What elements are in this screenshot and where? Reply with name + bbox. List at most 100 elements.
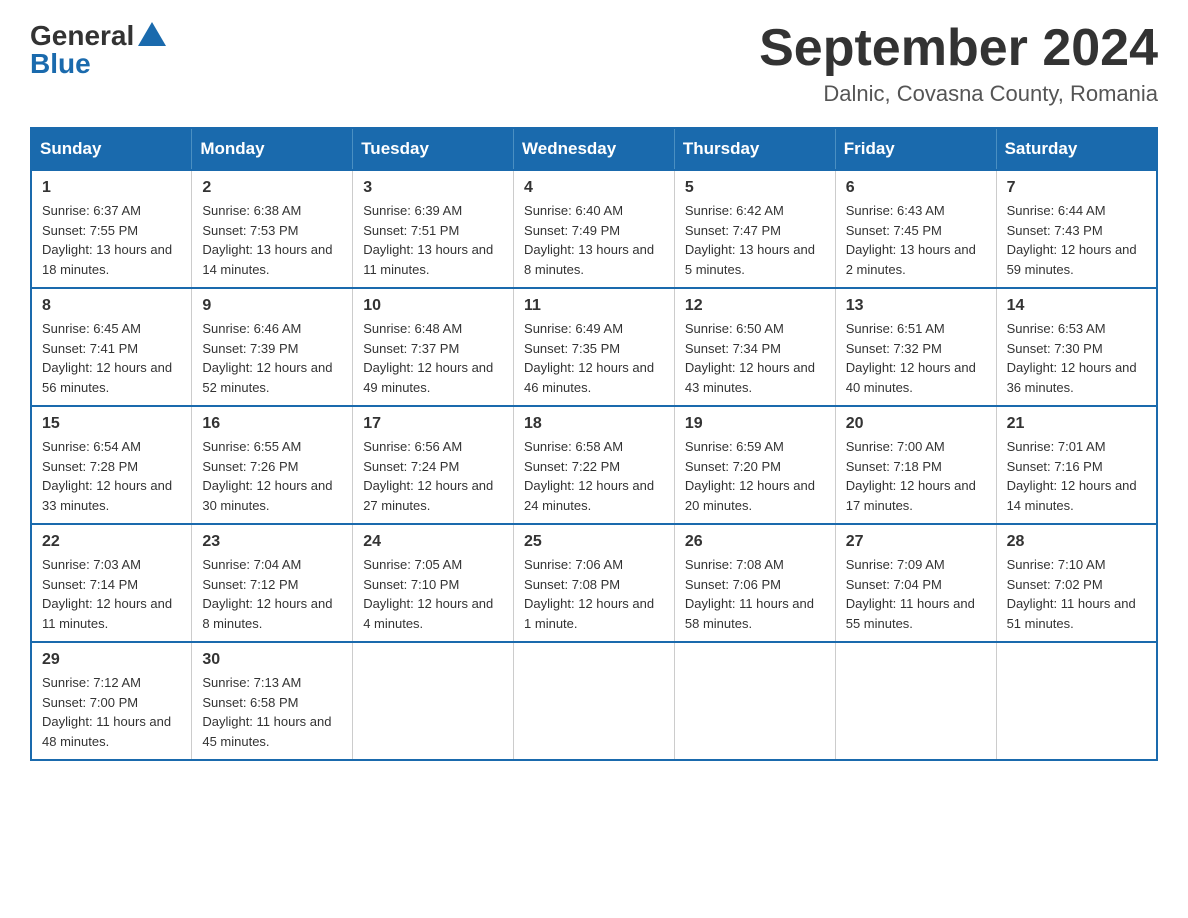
calendar-cell: [996, 642, 1157, 760]
weekday-header-sunday: Sunday: [31, 128, 192, 170]
location-subtitle: Dalnic, Covasna County, Romania: [759, 81, 1158, 107]
day-sun-info: Sunrise: 7:13 AMSunset: 6:58 PMDaylight:…: [202, 673, 342, 751]
day-number: 8: [42, 297, 181, 315]
day-sun-info: Sunrise: 7:12 AMSunset: 7:00 PMDaylight:…: [42, 673, 181, 751]
weekday-header-tuesday: Tuesday: [353, 128, 514, 170]
day-sun-info: Sunrise: 6:46 AMSunset: 7:39 PMDaylight:…: [202, 319, 342, 397]
calendar-cell: 6 Sunrise: 6:43 AMSunset: 7:45 PMDaylight…: [835, 170, 996, 288]
calendar-cell: [514, 642, 675, 760]
day-number: 6: [846, 179, 986, 197]
calendar-cell: 12 Sunrise: 6:50 AMSunset: 7:34 PMDayligh…: [674, 288, 835, 406]
calendar-cell: 10 Sunrise: 6:48 AMSunset: 7:37 PMDayligh…: [353, 288, 514, 406]
day-sun-info: Sunrise: 6:59 AMSunset: 7:20 PMDaylight:…: [685, 437, 825, 515]
calendar-cell: 1 Sunrise: 6:37 AMSunset: 7:55 PMDaylight…: [31, 170, 192, 288]
day-number: 22: [42, 533, 181, 551]
day-number: 24: [363, 533, 503, 551]
calendar-cell: 2 Sunrise: 6:38 AMSunset: 7:53 PMDaylight…: [192, 170, 353, 288]
calendar-cell: 4 Sunrise: 6:40 AMSunset: 7:49 PMDaylight…: [514, 170, 675, 288]
day-sun-info: Sunrise: 6:38 AMSunset: 7:53 PMDaylight:…: [202, 201, 342, 279]
calendar-week-row: 15Sunrise: 6:54 AMSunset: 7:28 PMDayligh…: [31, 406, 1157, 524]
day-number: 10: [363, 297, 503, 315]
day-sun-info: Sunrise: 6:49 AMSunset: 7:35 PMDaylight:…: [524, 319, 664, 397]
day-number: 1: [42, 179, 181, 197]
day-sun-info: Sunrise: 6:44 AMSunset: 7:43 PMDaylight:…: [1007, 201, 1146, 279]
day-sun-info: Sunrise: 6:58 AMSunset: 7:22 PMDaylight:…: [524, 437, 664, 515]
day-sun-info: Sunrise: 6:55 AMSunset: 7:26 PMDaylight:…: [202, 437, 342, 515]
calendar-cell: 17 Sunrise: 6:56 AMSunset: 7:24 PMDayligh…: [353, 406, 514, 524]
day-number: 12: [685, 297, 825, 315]
weekday-header-monday: Monday: [192, 128, 353, 170]
calendar-cell: 14 Sunrise: 6:53 AMSunset: 7:30 PMDayligh…: [996, 288, 1157, 406]
day-number: 15: [42, 415, 181, 433]
calendar-cell: 26 Sunrise: 7:08 AMSunset: 7:06 PMDayligh…: [674, 524, 835, 642]
day-sun-info: Sunrise: 7:10 AMSunset: 7:02 PMDaylight:…: [1007, 555, 1146, 633]
weekday-header-saturday: Saturday: [996, 128, 1157, 170]
calendar-cell: 25 Sunrise: 7:06 AMSunset: 7:08 PMDayligh…: [514, 524, 675, 642]
day-number: 23: [202, 533, 342, 551]
calendar-cell: 22 Sunrise: 7:03 AMSunset: 7:14 PMDayligh…: [31, 524, 192, 642]
calendar-week-row: 29 Sunrise: 7:12 AMSunset: 7:00 PMDayligh…: [31, 642, 1157, 760]
calendar-cell: 18Sunrise: 6:58 AMSunset: 7:22 PMDayligh…: [514, 406, 675, 524]
day-number: 25: [524, 533, 664, 551]
logo: General Blue: [30, 20, 166, 80]
day-number: 9: [202, 297, 342, 315]
day-sun-info: Sunrise: 6:51 AMSunset: 7:32 PMDaylight:…: [846, 319, 986, 397]
day-sun-info: Sunrise: 6:48 AMSunset: 7:37 PMDaylight:…: [363, 319, 503, 397]
day-number: 11: [524, 297, 664, 315]
calendar-cell: 15Sunrise: 6:54 AMSunset: 7:28 PMDayligh…: [31, 406, 192, 524]
calendar-table: SundayMondayTuesdayWednesdayThursdayFrid…: [30, 127, 1158, 761]
day-sun-info: Sunrise: 6:37 AMSunset: 7:55 PMDaylight:…: [42, 201, 181, 279]
day-number: 7: [1007, 179, 1146, 197]
calendar-cell: 24Sunrise: 7:05 AMSunset: 7:10 PMDayligh…: [353, 524, 514, 642]
day-sun-info: Sunrise: 7:01 AMSunset: 7:16 PMDaylight:…: [1007, 437, 1146, 515]
calendar-cell: 8 Sunrise: 6:45 AMSunset: 7:41 PMDaylight…: [31, 288, 192, 406]
calendar-cell: [835, 642, 996, 760]
day-sun-info: Sunrise: 7:03 AMSunset: 7:14 PMDaylight:…: [42, 555, 181, 633]
calendar-cell: 7 Sunrise: 6:44 AMSunset: 7:43 PMDaylight…: [996, 170, 1157, 288]
day-sun-info: Sunrise: 6:42 AMSunset: 7:47 PMDaylight:…: [685, 201, 825, 279]
weekday-header-friday: Friday: [835, 128, 996, 170]
calendar-cell: 27 Sunrise: 7:09 AMSunset: 7:04 PMDayligh…: [835, 524, 996, 642]
day-sun-info: Sunrise: 6:43 AMSunset: 7:45 PMDaylight:…: [846, 201, 986, 279]
page-header: General Blue September 2024 Dalnic, Cova…: [30, 20, 1158, 107]
calendar-cell: 30 Sunrise: 7:13 AMSunset: 6:58 PMDayligh…: [192, 642, 353, 760]
day-number: 17: [363, 415, 503, 433]
day-number: 28: [1007, 533, 1146, 551]
day-number: 30: [202, 651, 342, 669]
calendar-cell: [674, 642, 835, 760]
day-number: 29: [42, 651, 181, 669]
calendar-cell: 20 Sunrise: 7:00 AMSunset: 7:18 PMDayligh…: [835, 406, 996, 524]
calendar-cell: 21 Sunrise: 7:01 AMSunset: 7:16 PMDayligh…: [996, 406, 1157, 524]
calendar-cell: 16Sunrise: 6:55 AMSunset: 7:26 PMDayligh…: [192, 406, 353, 524]
calendar-body: 1 Sunrise: 6:37 AMSunset: 7:55 PMDaylight…: [31, 170, 1157, 760]
day-number: 3: [363, 179, 503, 197]
calendar-cell: 19Sunrise: 6:59 AMSunset: 7:20 PMDayligh…: [674, 406, 835, 524]
day-number: 2: [202, 179, 342, 197]
day-sun-info: Sunrise: 6:45 AMSunset: 7:41 PMDaylight:…: [42, 319, 181, 397]
day-number: 21: [1007, 415, 1146, 433]
weekday-header-thursday: Thursday: [674, 128, 835, 170]
calendar-cell: 9 Sunrise: 6:46 AMSunset: 7:39 PMDaylight…: [192, 288, 353, 406]
day-sun-info: Sunrise: 7:08 AMSunset: 7:06 PMDaylight:…: [685, 555, 825, 633]
calendar-week-row: 22 Sunrise: 7:03 AMSunset: 7:14 PMDayligh…: [31, 524, 1157, 642]
calendar-cell: 29 Sunrise: 7:12 AMSunset: 7:00 PMDayligh…: [31, 642, 192, 760]
day-sun-info: Sunrise: 7:06 AMSunset: 7:08 PMDaylight:…: [524, 555, 664, 633]
weekday-header-row: SundayMondayTuesdayWednesdayThursdayFrid…: [31, 128, 1157, 170]
logo-triangle-icon: [138, 22, 166, 46]
day-number: 20: [846, 415, 986, 433]
calendar-cell: 28 Sunrise: 7:10 AMSunset: 7:02 PMDayligh…: [996, 524, 1157, 642]
day-sun-info: Sunrise: 7:04 AMSunset: 7:12 PMDaylight:…: [202, 555, 342, 633]
title-area: September 2024 Dalnic, Covasna County, R…: [759, 20, 1158, 107]
day-sun-info: Sunrise: 6:40 AMSunset: 7:49 PMDaylight:…: [524, 201, 664, 279]
calendar-cell: 23 Sunrise: 7:04 AMSunset: 7:12 PMDayligh…: [192, 524, 353, 642]
day-number: 26: [685, 533, 825, 551]
day-number: 27: [846, 533, 986, 551]
logo-blue-text: Blue: [30, 48, 91, 80]
day-sun-info: Sunrise: 7:00 AMSunset: 7:18 PMDaylight:…: [846, 437, 986, 515]
day-number: 4: [524, 179, 664, 197]
day-sun-info: Sunrise: 6:56 AMSunset: 7:24 PMDaylight:…: [363, 437, 503, 515]
day-sun-info: Sunrise: 7:09 AMSunset: 7:04 PMDaylight:…: [846, 555, 986, 633]
day-number: 14: [1007, 297, 1146, 315]
day-sun-info: Sunrise: 6:50 AMSunset: 7:34 PMDaylight:…: [685, 319, 825, 397]
day-sun-info: Sunrise: 6:53 AMSunset: 7:30 PMDaylight:…: [1007, 319, 1146, 397]
